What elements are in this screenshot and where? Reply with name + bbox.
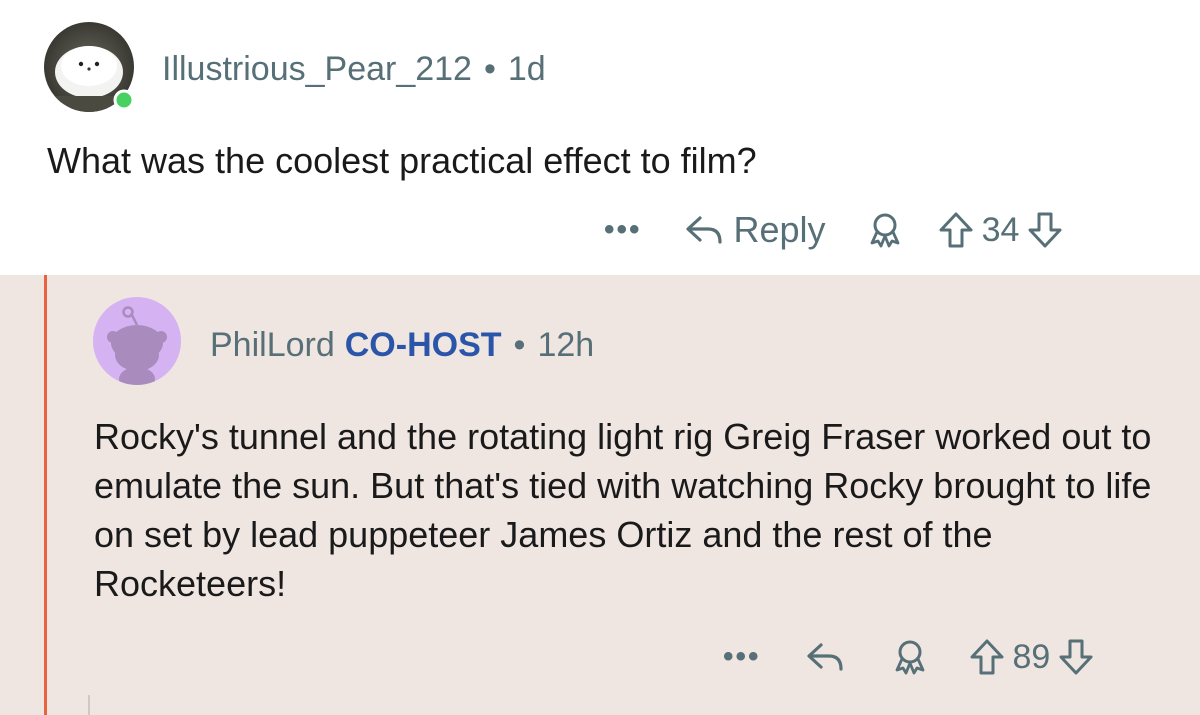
comment-body: Rocky's tunnel and the rotating light ri… (94, 416, 1152, 604)
timestamp: 12h (537, 326, 595, 364)
downvote-arrow-icon (1059, 639, 1093, 675)
award-button[interactable] (866, 211, 904, 249)
username[interactable]: PhilLord (210, 326, 335, 364)
reply-button[interactable] (805, 641, 845, 673)
online-indicator (113, 89, 135, 111)
upvote-arrow-icon (939, 212, 973, 248)
reply-comment: PhilLord CO-HOST • 12h Rocky's tunnel and t… (0, 275, 1200, 715)
upvote-button[interactable] (969, 638, 1005, 676)
reply-arrow-icon (806, 643, 843, 671)
comment-meta: PhilLord CO-HOST • 12h (210, 326, 594, 365)
downvote-arrow-icon (1028, 212, 1062, 248)
username[interactable]: Illustrious_Pear_212 (162, 50, 472, 88)
separator-dot: • (513, 326, 526, 364)
reply-button[interactable]: Reply (684, 209, 826, 251)
comment-meta: Illustrious_Pear_212 • 1d (162, 50, 546, 89)
parent-comment: Illustrious_Pear_212 • 1d What was the coo… (0, 0, 1200, 275)
reply-arrow-icon (685, 216, 722, 244)
award-icon (895, 640, 924, 675)
thread-line[interactable] (44, 275, 47, 715)
vote-score: 89 (1012, 637, 1051, 676)
co-host-flair: CO-HOST (344, 326, 502, 364)
comment-actions: ••• Reply 34 (604, 208, 1063, 252)
downvote-button[interactable] (1058, 638, 1094, 676)
reply-label: Reply (733, 209, 826, 250)
more-options-button[interactable]: ••• (604, 213, 642, 247)
upvote-arrow-icon (970, 639, 1004, 675)
comment-actions: ••• 89 (723, 635, 1094, 679)
award-button[interactable] (891, 638, 929, 676)
separator-dot: • (483, 50, 496, 88)
award-icon (870, 213, 899, 248)
comment-body: What was the coolest practical effect to… (47, 140, 757, 181)
timestamp: 1d (507, 50, 546, 88)
avatar[interactable] (44, 22, 135, 112)
bird-avatar-icon (44, 22, 135, 112)
snoo-avatar-icon (93, 297, 181, 385)
child-thread-line (88, 695, 90, 715)
avatar[interactable] (93, 297, 181, 385)
downvote-button[interactable] (1027, 211, 1063, 249)
upvote-button[interactable] (938, 211, 974, 249)
vote-score: 34 (981, 210, 1020, 249)
more-options-button[interactable]: ••• (723, 640, 761, 674)
